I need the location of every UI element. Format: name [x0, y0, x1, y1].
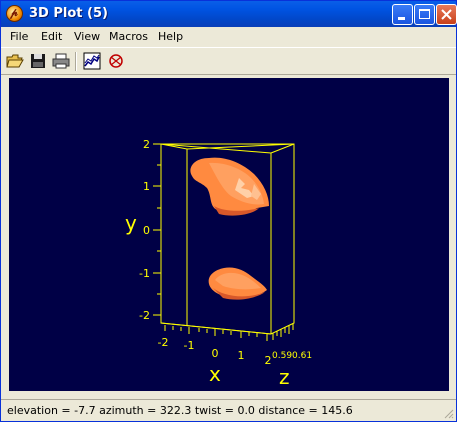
menu-file[interactable]: File — [10, 30, 28, 43]
minimize-button[interactable] — [392, 4, 413, 25]
print-icon[interactable] — [52, 52, 70, 70]
menu-view[interactable]: View — [74, 30, 100, 43]
save-icon[interactable] — [29, 52, 47, 70]
plot-canvas[interactable]: 2 1 0 -1 -2 y -2 -1 0 1 2 x 0.590.61 z — [9, 78, 449, 391]
menu-edit[interactable]: Edit — [41, 30, 62, 43]
x-tick-label: -2 — [158, 336, 169, 349]
x-tick-label: 1 — [238, 349, 245, 362]
menu-help[interactable]: Help — [158, 30, 183, 43]
rotate-plot-icon[interactable] — [107, 52, 125, 70]
z-tick-labels: 0.590.61 — [272, 351, 312, 361]
view-status-text: elevation = -7.7 azimuth = 322.3 twist =… — [7, 404, 353, 417]
close-button[interactable] — [436, 4, 457, 25]
x-tick-label: 2 — [265, 354, 272, 367]
window-title: 3D Plot (5) — [29, 6, 108, 21]
surface-plot-icon[interactable] — [83, 52, 101, 70]
y-tick-label: -2 — [139, 309, 150, 322]
toolbar-separator — [75, 52, 77, 71]
z-axis-label: z — [279, 365, 290, 389]
plot-window: 𝓅 3D Plot (5) File Edit View Macros Help — [0, 0, 457, 422]
y-tick-label: 0 — [143, 224, 150, 237]
close-icon — [441, 9, 452, 20]
y-tick-label: -1 — [139, 267, 150, 280]
menu-macros[interactable]: Macros — [109, 30, 148, 43]
title-bar[interactable]: 𝓅 3D Plot (5) — [1, 1, 457, 27]
maximize-button[interactable] — [414, 4, 435, 25]
resize-grip-icon[interactable] — [442, 407, 454, 419]
toolbar — [1, 47, 456, 75]
status-bar: elevation = -7.7 azimuth = 322.3 twist =… — [1, 399, 456, 421]
x-tick-label: 0 — [212, 347, 219, 360]
plot-area[interactable]: 2 1 0 -1 -2 y -2 -1 0 1 2 x 0.590.61 z — [9, 78, 449, 391]
y-axis-label: y — [125, 211, 137, 235]
maximize-icon — [419, 9, 430, 19]
y-tick-label: 1 — [143, 180, 150, 193]
minimize-icon — [398, 17, 405, 20]
menu-bar: File Edit View Macros Help — [1, 27, 456, 46]
y-tick-label: 2 — [143, 138, 150, 151]
open-folder-icon[interactable] — [6, 52, 24, 70]
x-axis-label: x — [209, 362, 221, 386]
x-tick-label: -1 — [184, 339, 195, 352]
app-icon[interactable]: 𝓅 — [6, 5, 23, 22]
